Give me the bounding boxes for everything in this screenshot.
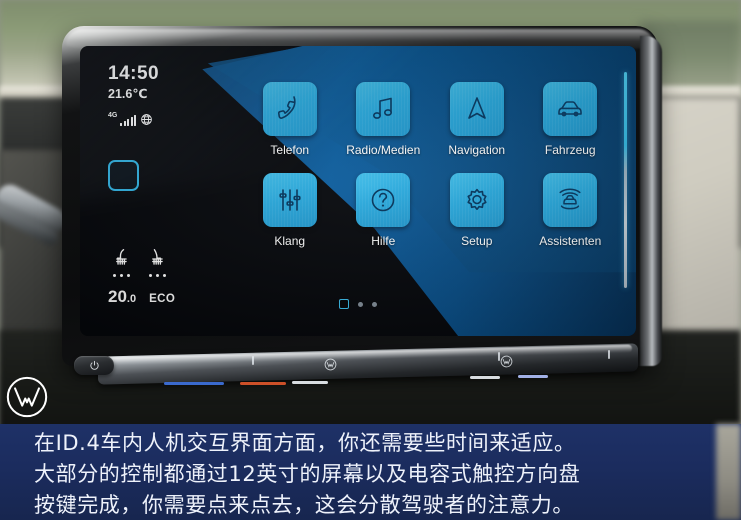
hilfe-tile-label: Hilfe	[371, 234, 396, 248]
app-tile-setup[interactable]: Setup	[437, 173, 517, 248]
navigation-tile-label: Navigation	[448, 143, 506, 157]
slider-led-white	[470, 376, 500, 379]
phone-icon	[277, 96, 296, 119]
caption-line: 按键完成，你需要点来点去，这会分散驾驶者的注意力。	[34, 493, 574, 517]
gear-icon	[467, 188, 487, 210]
infotainment-display[interactable]: 14:50 21.6℃ 4G 20.0 ECO Telefon Radio/Me…	[80, 46, 636, 336]
slider-led-blue	[164, 382, 224, 385]
question-mark-circle-icon	[371, 188, 395, 212]
slider-led-white	[292, 381, 328, 384]
heated-seat-icon	[116, 249, 127, 265]
caption-line: 在ID.4车内人机交互界面方面，你还需要些时间来适应。	[34, 431, 576, 455]
network-generation-label: 4G	[108, 111, 118, 119]
assistenten-tile-face[interactable]	[543, 173, 598, 227]
music-note-icon	[373, 97, 393, 119]
power-icon	[89, 360, 99, 370]
page-indicator-dot[interactable]	[358, 301, 363, 307]
page-indicator-dot[interactable]	[372, 301, 377, 307]
caption-right-edge	[716, 424, 741, 520]
display-vertical-slider[interactable]	[624, 72, 627, 288]
app-tile-radio-medien[interactable]: Radio/Medien	[344, 82, 424, 157]
app-tile-telefon[interactable]: Telefon	[250, 82, 330, 157]
navigation-tile-face[interactable]	[449, 82, 504, 136]
driver-assistance-radar-icon	[559, 188, 581, 210]
passenger-seat-level-dots	[148, 274, 166, 277]
setup-tile-label: Setup	[461, 234, 493, 248]
heated-seat-icon	[152, 249, 163, 265]
infotainment-head-unit: 14:50 21.6℃ 4G 20.0 ECO Telefon Radio/Me…	[62, 26, 662, 410]
telefon-tile-face[interactable]	[262, 82, 317, 136]
caption-line: 大部分的控制都通过12英寸的屏幕以及电容式触控方向盘	[34, 462, 581, 486]
radio-medien-tile-label: Radio/Medien	[346, 143, 421, 157]
driver-seat-heating[interactable]	[110, 248, 132, 277]
slider-tick	[608, 349, 610, 360]
signal-bars-icon	[120, 114, 137, 126]
network-status: 4G	[108, 112, 204, 126]
app-tile-hilfe[interactable]: Hilfe	[344, 173, 424, 248]
volkswagen-badge-icon	[324, 358, 337, 371]
app-tile-klang[interactable]: Klang	[250, 173, 330, 248]
fahrzeug-tile-face[interactable]	[543, 82, 598, 136]
assistenten-tile-label: Assistenten	[539, 234, 602, 248]
power-button[interactable]	[74, 356, 114, 375]
volkswagen-logo-icon	[6, 376, 48, 418]
driver-seat-level-dots	[112, 274, 130, 277]
status-rail: 14:50 21.6℃ 4G 20.0 ECO	[108, 64, 204, 320]
clock: 14:50	[108, 63, 160, 84]
setup-tile-face[interactable]	[449, 173, 504, 227]
radio-medien-tile-face[interactable]	[356, 82, 411, 136]
app-tile-fahrzeug[interactable]: Fahrzeug	[531, 82, 611, 157]
home-button[interactable]	[108, 159, 139, 191]
bezel-right-edge	[640, 36, 662, 366]
fahrzeug-tile-label: Fahrzeug	[544, 143, 596, 157]
volkswagen-badge-icon	[500, 355, 513, 368]
caption-bar: 在ID.4车内人机交互界面方面，你还需要些时间来适应。 大部分的控制都通过12英…	[0, 424, 741, 520]
app-grid: Telefon Radio/Medien Navigation Fahrzeug…	[250, 82, 610, 248]
capacitive-touch-slider[interactable]	[68, 342, 652, 388]
slider-led-white	[518, 375, 548, 378]
seat-heating-group	[110, 248, 168, 277]
app-tile-navigation[interactable]: Navigation	[437, 82, 517, 157]
app-tile-assistenten[interactable]: Assistenten	[531, 173, 611, 248]
hilfe-tile-face[interactable]	[356, 173, 411, 227]
equalizer-sliders-icon	[279, 189, 301, 211]
page-indicator[interactable]	[80, 299, 636, 309]
outside-temperature: 21.6℃	[108, 87, 148, 101]
navigation-arrow-icon	[467, 97, 486, 119]
klang-tile-face[interactable]	[262, 173, 317, 227]
passenger-seat-heating[interactable]	[146, 248, 168, 277]
page-indicator-active[interactable]	[339, 299, 349, 309]
car-icon	[558, 101, 583, 117]
klang-tile-label: Klang	[274, 234, 306, 248]
telefon-tile-label: Telefon	[270, 143, 310, 157]
screenshot-stage: 14:50 21.6℃ 4G 20.0 ECO Telefon Radio/Me…	[0, 0, 741, 520]
slider-tick	[252, 355, 254, 366]
slider-led-red	[240, 382, 286, 385]
globe-icon	[141, 113, 153, 125]
